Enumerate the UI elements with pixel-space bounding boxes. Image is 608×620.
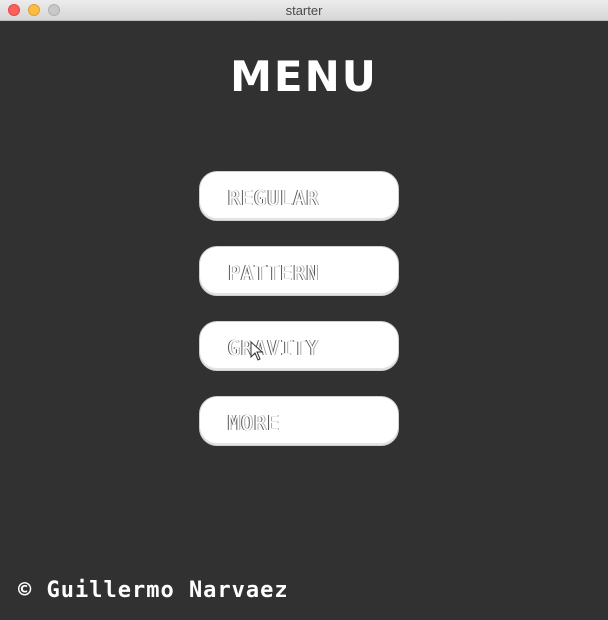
gravity-button[interactable]: GRAVITY	[199, 321, 399, 371]
more-button[interactable]: MORE	[199, 396, 399, 446]
pattern-button-label: PATTERN	[228, 261, 320, 285]
menu-title: MENU	[230, 52, 378, 101]
pointer-cursor-icon	[250, 341, 264, 361]
title-bar: starter	[0, 0, 608, 21]
gravity-button-label: GRAVITY	[228, 336, 320, 360]
copyright-text: © Guillermo Narvaez	[18, 578, 289, 603]
app-window: starter MENU REGULAR PATTERN GRAVITY MOR…	[0, 0, 608, 620]
regular-button[interactable]: REGULAR	[199, 171, 399, 221]
regular-button-label: REGULAR	[228, 186, 320, 210]
window-title: starter	[285, 3, 323, 18]
more-button-label: MORE	[228, 411, 281, 435]
pattern-button[interactable]: PATTERN	[199, 246, 399, 296]
